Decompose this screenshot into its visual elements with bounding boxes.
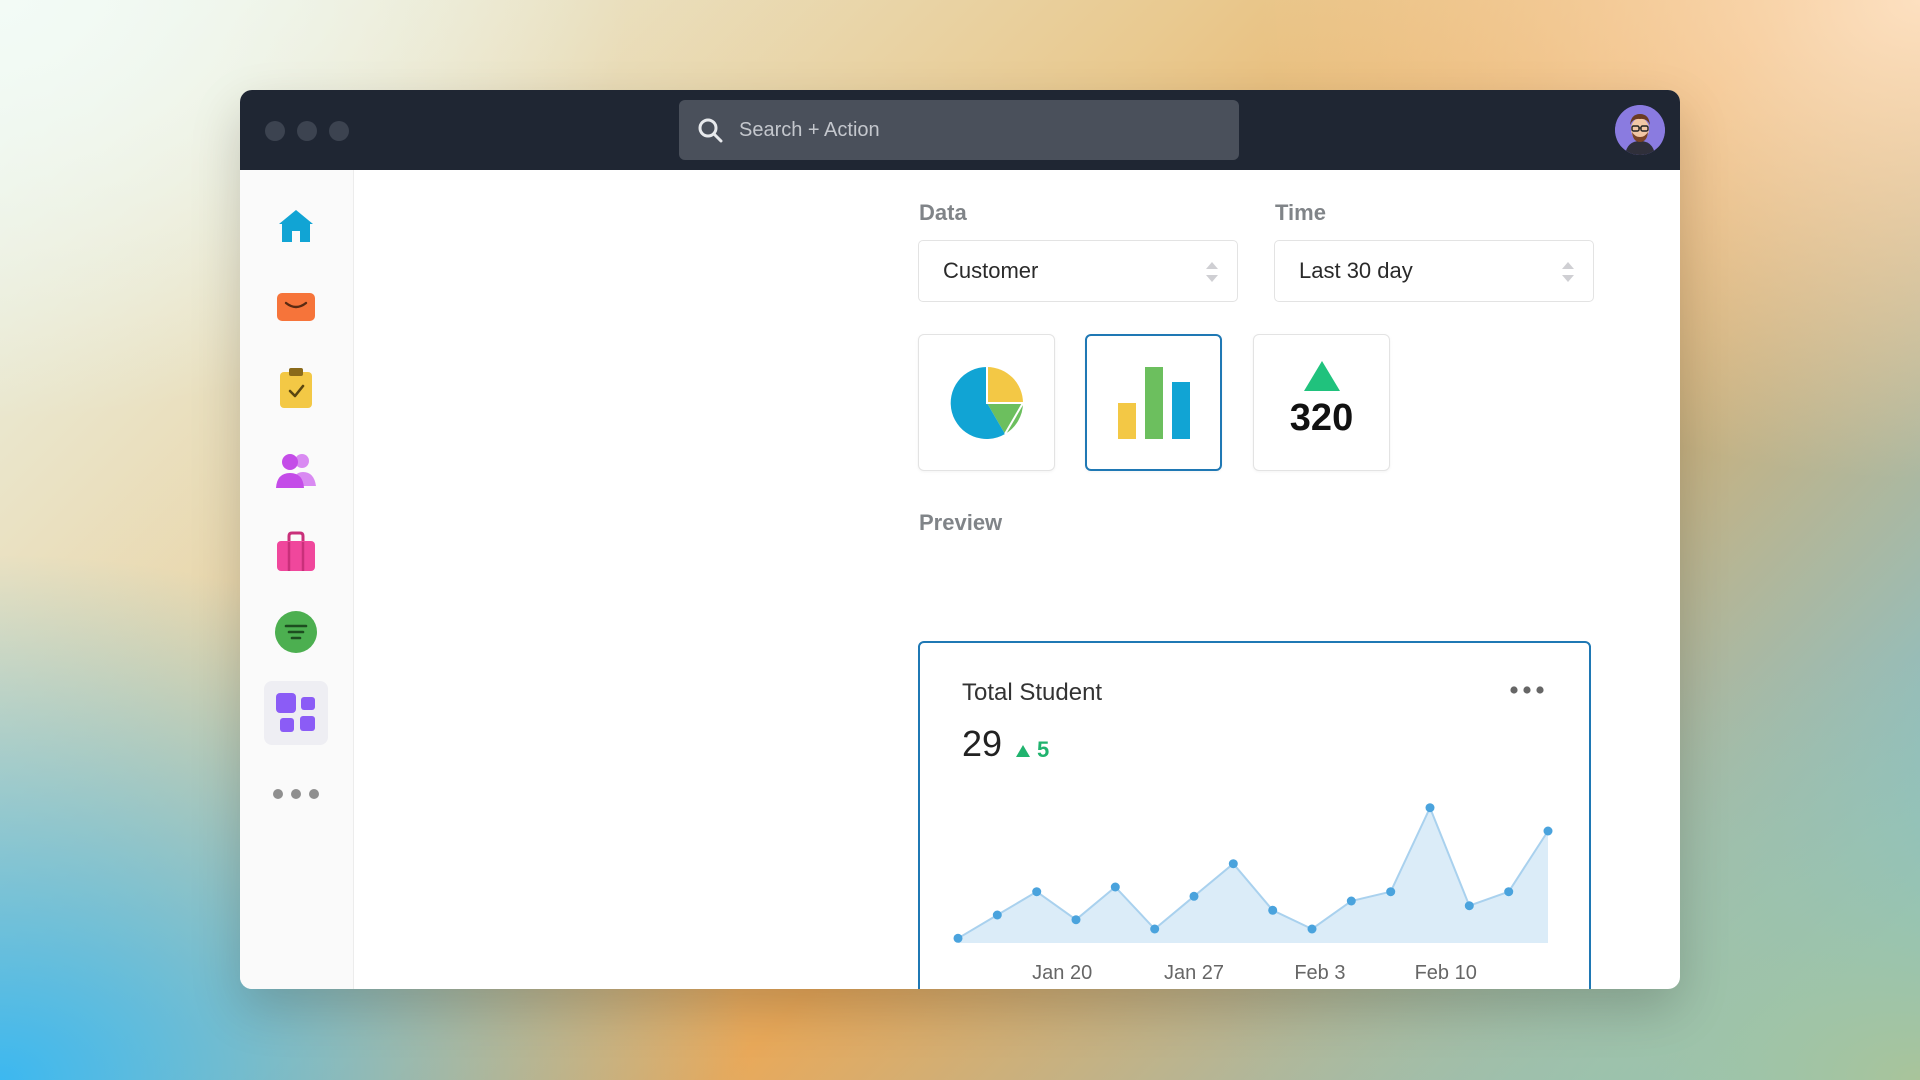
data-select[interactable]: Customer <box>918 240 1238 302</box>
chart-type-kpi[interactable]: 320 <box>1253 334 1390 471</box>
data-point[interactable] <box>1386 887 1396 897</box>
users-icon <box>276 454 316 488</box>
triangle-up-icon <box>1304 361 1340 391</box>
sidebar-item-widgets-icon-holder[interactable] <box>264 681 328 745</box>
data-point[interactable] <box>1189 891 1199 901</box>
select-arrows-icon <box>1206 262 1218 282</box>
home-icon <box>279 210 313 242</box>
select-arrows-icon <box>1562 262 1574 282</box>
sidebar-item-work[interactable] <box>264 520 328 584</box>
sidebar-item-mail[interactable] <box>264 275 328 339</box>
title-bar <box>240 90 1680 170</box>
data-point[interactable] <box>1228 859 1238 869</box>
x-tick-label: Feb 10 <box>1415 962 1477 984</box>
sidebar <box>240 170 354 989</box>
data-point[interactable] <box>1425 803 1435 813</box>
window-close-button[interactable] <box>265 121 285 141</box>
window-maximize-button[interactable] <box>329 121 349 141</box>
time-label: Time <box>1275 200 1326 225</box>
more-icon <box>273 789 319 799</box>
data-point[interactable] <box>1504 887 1514 897</box>
sidebar-item-tasks[interactable] <box>264 356 328 420</box>
data-point[interactable] <box>1307 924 1317 934</box>
series-area <box>958 807 1548 943</box>
kpi-value: 320 <box>1289 397 1354 439</box>
avatar-icon <box>1615 105 1665 155</box>
data-label: Data <box>919 200 967 225</box>
pie-chart-icon <box>950 366 1025 439</box>
list-icon <box>275 611 317 653</box>
area-chart: Jan 20 Jan 27 Feb 3 Feb 10 <box>953 803 1553 984</box>
x-tick-label: Feb 3 <box>1294 962 1345 984</box>
sidebar-item-more[interactable] <box>264 762 328 826</box>
data-point[interactable] <box>1032 887 1042 897</box>
time-select[interactable]: Last 30 day <box>1274 240 1594 302</box>
briefcase-icon <box>277 531 315 571</box>
data-point[interactable] <box>1543 826 1553 836</box>
chart-type-bar[interactable] <box>1085 334 1222 471</box>
preview-label: Preview <box>919 510 1003 535</box>
data-point[interactable] <box>992 910 1002 920</box>
app-window: Data Customer Time Last 30 day <box>240 90 1680 989</box>
widgets-icon <box>276 693 315 732</box>
data-point[interactable] <box>1268 905 1278 915</box>
sidebar-item-feed[interactable] <box>264 600 328 664</box>
clipboard-icon <box>280 368 312 408</box>
time-select-value: Last 30 day <box>1299 258 1413 283</box>
x-tick-label: Jan 20 <box>1032 962 1092 984</box>
bar-chart-icon <box>1117 366 1190 439</box>
data-point[interactable] <box>1150 924 1160 934</box>
data-point[interactable] <box>1464 901 1474 911</box>
data-select-value: Customer <box>943 258 1039 283</box>
data-point[interactable] <box>953 933 963 943</box>
preview-card: Total Student 29 5 Jan 20 Jan 27 Feb 3 Feb … <box>918 641 1591 989</box>
window-minimize-button[interactable] <box>297 121 317 141</box>
data-point[interactable] <box>1346 896 1356 906</box>
search-bar[interactable] <box>679 100 1239 160</box>
sidebar-item-users[interactable] <box>264 438 328 502</box>
data-point[interactable] <box>1071 915 1081 925</box>
mail-icon <box>277 293 315 321</box>
search-input[interactable] <box>739 100 1219 160</box>
chart-type-pie[interactable] <box>918 334 1055 471</box>
search-icon <box>698 118 723 143</box>
x-tick-label: Jan 27 <box>1164 962 1224 984</box>
avatar[interactable] <box>1615 105 1665 155</box>
data-point[interactable] <box>1110 882 1120 892</box>
sidebar-item-home[interactable] <box>264 194 328 258</box>
main-content: Data Customer Time Last 30 day 320 Previ… <box>354 170 1680 989</box>
